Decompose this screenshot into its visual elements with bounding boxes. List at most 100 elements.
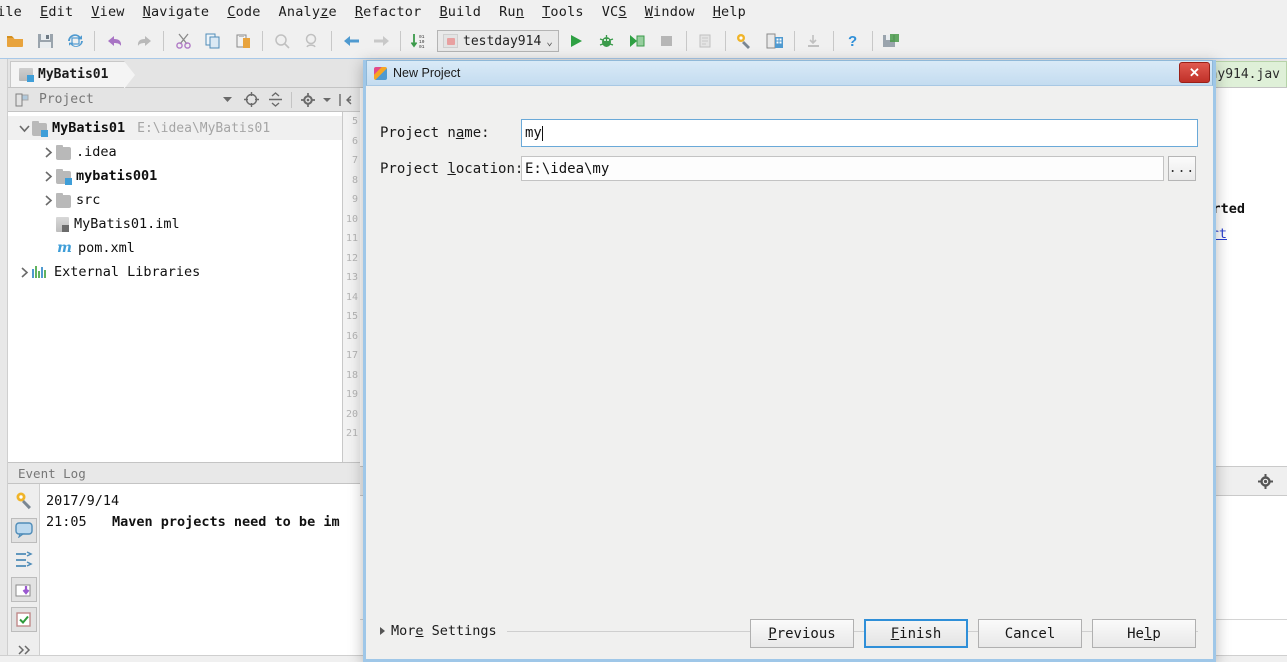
- event-log-title: Event Log: [18, 465, 86, 481]
- replace-icon: [297, 26, 327, 56]
- copy-icon[interactable]: [198, 26, 228, 56]
- menu-item-build[interactable]: Build: [430, 2, 490, 22]
- line-number: 6: [351, 135, 358, 147]
- project-tab-mybatis01[interactable]: MyBatis01: [10, 61, 136, 89]
- import-icon[interactable]: [10, 577, 37, 603]
- chevron-down-icon[interactable]: [217, 90, 237, 110]
- collapse-all-icon[interactable]: [265, 90, 285, 110]
- save-all-icon[interactable]: [30, 26, 60, 56]
- project-location-label: Project location:: [380, 160, 524, 177]
- gear-icon[interactable]: [298, 90, 318, 110]
- project-name-label: Project name:: [380, 125, 490, 141]
- sort-icon[interactable]: 01 10 01: [405, 26, 435, 56]
- line-number: 14: [345, 291, 358, 303]
- tree-row[interactable]: .idea: [8, 140, 342, 164]
- dialog-button-bar: Previous Finish Cancel He l p: [750, 619, 1196, 648]
- editor-gutter-line-numbers: 5 6 7 8 9 10 11 12 13 14 15 16 17 18 19 20 21: [343, 112, 360, 521]
- menu-item-view[interactable]: View: [82, 2, 133, 22]
- menu-item-navigate[interactable]: Navigate: [134, 2, 219, 22]
- project-panel-header: Project: [8, 88, 360, 112]
- toolbar-divider: [832, 31, 834, 51]
- chevron-down-icon[interactable]: [16, 120, 32, 136]
- dialog-title: New Project: [393, 66, 461, 80]
- message-icon[interactable]: [10, 517, 37, 543]
- help-button[interactable]: He l p: [1092, 619, 1196, 648]
- tree-row[interactable]: src: [8, 188, 342, 212]
- chevron-right-icon[interactable]: [16, 264, 32, 280]
- menu-bar: ile Edit View Navigate Code Analyze Refactor Bu…: [0, 0, 1287, 24]
- line-number: 5: [351, 116, 358, 127]
- chevron-right-icon[interactable]: [40, 144, 56, 160]
- libraries-icon: [32, 264, 49, 280]
- run-coverage-icon[interactable]: [622, 26, 652, 56]
- event-log-time: 2017/9/14: [46, 493, 120, 509]
- hide-panel-icon[interactable]: [336, 90, 356, 110]
- locate-icon[interactable]: [241, 90, 261, 110]
- tree-node-label: MyBatis01.iml: [74, 216, 180, 232]
- checkbox-icon[interactable]: [10, 607, 37, 633]
- line-number: 17: [345, 350, 358, 361]
- project-tab-row: MyBatis01: [8, 59, 360, 89]
- settings-icon[interactable]: [11, 488, 37, 513]
- project-tab-label: MyBatis01: [38, 67, 109, 82]
- line-number: 8: [351, 174, 358, 186]
- commit-icon[interactable]: [877, 26, 907, 56]
- tree-row[interactable]: MyBatis01 E:\idea\MyBatis01: [8, 116, 342, 140]
- menu-item-help[interactable]: Help: [704, 2, 755, 22]
- toolbar-divider: [163, 31, 164, 51]
- previous-button[interactable]: Previous: [750, 619, 854, 648]
- tree-row[interactable]: MyBatis01.iml: [8, 212, 342, 236]
- tree-row[interactable]: m pom.xml: [8, 236, 342, 260]
- line-number: 11: [345, 233, 358, 244]
- tree-row[interactable]: mybatis001: [8, 164, 342, 188]
- tree-row[interactable]: External Libraries: [8, 260, 342, 284]
- project-location-input[interactable]: E:\idea\my: [521, 156, 1164, 181]
- menu-item-run[interactable]: Run: [490, 2, 533, 22]
- menu-item-analyze[interactable]: Analyze: [270, 2, 346, 22]
- sync-icon[interactable]: [60, 26, 90, 56]
- browse-button[interactable]: ...: [1168, 156, 1196, 181]
- close-icon[interactable]: ✕: [1179, 62, 1210, 83]
- menu-item-refactor[interactable]: Refactor: [346, 2, 431, 22]
- svg-text:?: ?: [848, 33, 857, 49]
- paste-icon[interactable]: [228, 26, 258, 56]
- menu-item-vcs[interactable]: VCS: [593, 2, 636, 22]
- chevron-right-icon[interactable]: [40, 192, 56, 208]
- settings-icon[interactable]: [730, 26, 760, 56]
- left-tool-strip: [0, 59, 8, 662]
- line-number: 16: [345, 330, 358, 342]
- project-tree[interactable]: MyBatis01 E:\idea\MyBatis01 .idea mybatis00…: [8, 112, 343, 521]
- project-name-value: my: [525, 125, 542, 141]
- run-icon[interactable]: [562, 26, 592, 56]
- back-icon[interactable]: [336, 26, 366, 56]
- tree-node-label: External Libraries: [54, 264, 201, 280]
- undo-icon[interactable]: [99, 26, 129, 56]
- help-icon[interactable]: ?: [838, 26, 868, 56]
- menu-item-tools[interactable]: Tools: [533, 2, 593, 22]
- line-number: 12: [345, 252, 358, 264]
- project-name-input[interactable]: my: [521, 119, 1198, 147]
- cancel-button[interactable]: Cancel: [978, 619, 1082, 648]
- project-view-icon: [12, 90, 32, 110]
- menu-item-edit[interactable]: Edit: [31, 2, 82, 22]
- toolbar-divider: [331, 31, 332, 51]
- chevron-right-icon[interactable]: [40, 168, 56, 184]
- gear-dropdown-icon[interactable]: [322, 90, 332, 110]
- text-caret: [541, 125, 543, 141]
- menu-item-window[interactable]: Window: [636, 2, 704, 22]
- menu-item-ile[interactable]: ile: [0, 2, 31, 22]
- event-log-side-toolbar: [8, 484, 40, 662]
- tree-node-label: src: [76, 192, 101, 208]
- cut-icon[interactable]: [168, 26, 198, 56]
- variables-icon[interactable]: [11, 548, 37, 573]
- project-structure-icon[interactable]: [760, 26, 790, 56]
- open-folder-icon[interactable]: [0, 26, 30, 56]
- run-configuration-selector[interactable]: testday914 ⌄: [437, 30, 559, 52]
- finish-button[interactable]: Finish: [864, 619, 968, 648]
- tree-node-label: mybatis001: [76, 168, 158, 184]
- dialog-body: Project name: my Project location: E:\id…: [366, 86, 1213, 659]
- gear-icon[interactable]: [1258, 473, 1273, 489]
- menu-item-code[interactable]: Code: [218, 2, 269, 22]
- debug-icon[interactable]: [592, 26, 622, 56]
